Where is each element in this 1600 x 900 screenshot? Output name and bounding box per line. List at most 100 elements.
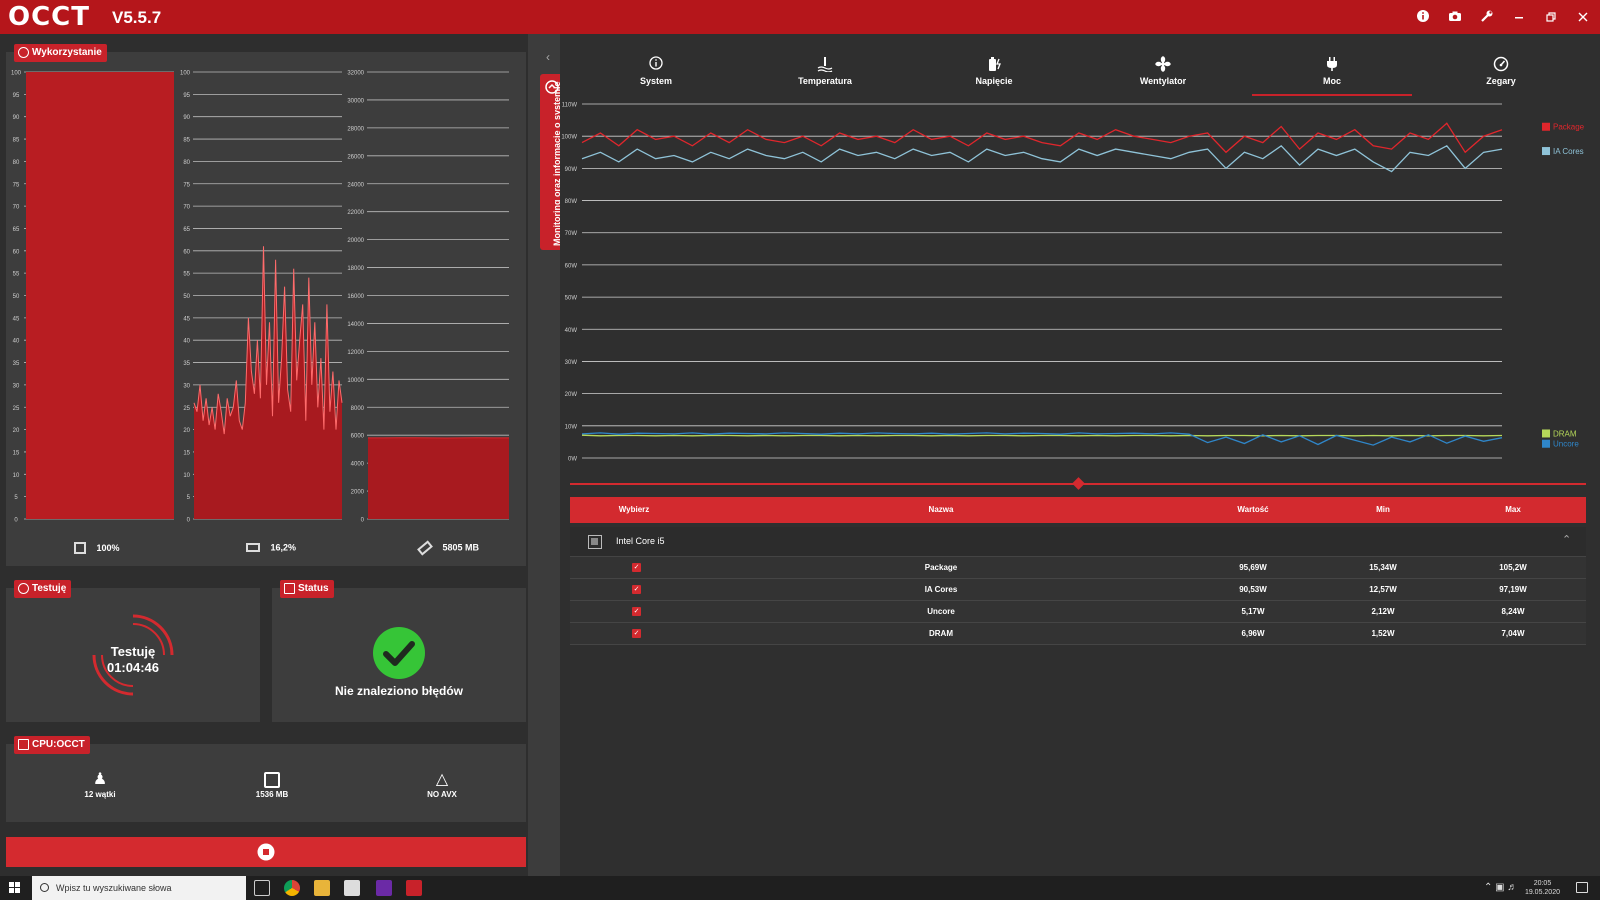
file-explorer-icon[interactable] [314,880,330,896]
threads-info: ♟ 12 wątki [60,770,140,799]
restore-icon[interactable] [1542,9,1560,27]
series-line-package [581,122,1503,154]
usage-panel: 100 95 90 85 80 75 70 65 60 55 50 45 40 35 30 25 20 15 10 5… [6,52,526,566]
stop-test-button[interactable] [6,837,526,867]
flask-icon: △ [435,771,449,788]
tick-label: 2000 [351,490,365,496]
row-checkbox[interactable]: ✓ [632,563,641,572]
occt-window: OCCT V5.5.7 100 95 90 85 80 75 70 65 60 55 50 45 40 3… [0,0,1600,900]
chevron-up-icon[interactable]: ⌃ [1562,533,1571,546]
tab-clocks[interactable]: Zegary [1421,56,1581,96]
table-row[interactable]: ✓ DRAM 6,96W 1,52W 7,04W [570,623,1586,645]
ram-usage-value: 5805 MB [442,542,480,553]
tab-system[interactable]: System [576,56,736,96]
chrome-icon[interactable] [284,880,300,896]
stop-icon [257,843,275,861]
table-row[interactable]: ✓ Package 95,69W 15,34W 105,2W [570,557,1586,579]
search-icon [40,883,49,892]
windows-start-icon[interactable] [9,882,21,894]
tick-label: 55 [183,272,190,278]
cpu-test-badge: CPU:OCCT [14,736,90,754]
sensor-max: 8,24W [1501,607,1525,616]
tick-label: 45 [13,316,20,322]
tick-label: 70 [13,205,20,211]
tick-label: 4000 [351,462,365,468]
col-max[interactable]: Max [1448,497,1578,523]
camera-icon[interactable] [1446,9,1464,27]
col-value[interactable]: Wartość [1188,497,1318,523]
sensor-value: 5,17W [1241,607,1265,616]
tick-label: 55 [13,272,20,278]
sensor-min: 1,52W [1371,629,1395,638]
wrench-icon[interactable] [1478,9,1496,27]
row-checkbox[interactable]: ✓ [632,585,641,594]
sensor-name: Package [924,563,958,572]
mail-icon[interactable] [344,880,360,896]
tray-icons[interactable]: ⌃ ▣ ♬ [1484,882,1517,893]
tick-label: 28000 [347,126,364,132]
sensor-max: 7,04W [1501,629,1525,638]
notification-icon[interactable] [1576,882,1588,893]
nzxt-icon[interactable] [376,880,392,896]
clipboard-icon [284,583,295,594]
tab-power-label: Moc [1323,76,1341,86]
task-view-icon[interactable] [254,880,270,896]
ram-usage-footer: 5805 MB [417,540,480,556]
table-row[interactable]: ✓ IA Cores 90,53W 12,57W 97,19W [570,579,1586,601]
close-icon[interactable] [1574,9,1592,27]
tick-label: 65 [183,227,190,233]
minimize-icon[interactable] [1510,9,1528,27]
check-icon [373,627,425,679]
refresh-icon [18,47,29,58]
sensor-table-header: Wybierz Nazwa Wartość Min Max [570,497,1586,523]
plug-icon [1252,56,1412,72]
tab-voltage[interactable]: Napięcie [914,56,1074,96]
tick-label: 15 [183,450,190,456]
tick-label: 14000 [347,322,364,328]
taskbar-clock[interactable]: 20:05 19.05.2020 [1525,879,1560,897]
testing-time: 01:04:46 [106,660,160,675]
gauge-icon [1421,56,1581,72]
cpu-test-badge-label: CPU:OCCT [32,739,85,750]
power-tick-label: 30W [565,360,578,366]
tick-label: 16000 [347,294,364,300]
memory-label: 1536 MB [255,790,289,799]
tick-label: 40 [13,339,20,345]
tab-temperature[interactable]: Temperatura [745,56,905,96]
sensor-min: 2,12W [1371,607,1395,616]
collapse-chevron-icon[interactable]: ‹ [546,50,550,64]
info-icon[interactable] [1414,9,1432,27]
tick-label: 30 [183,383,190,389]
cpu-test-panel: ♟ 12 wątki 1536 MB △ NO AVX [6,744,526,822]
power-chart: 110W 100W 90W 80W 70W 60W 50W 40W 30W 20W 10W 0W Pa… [561,103,1584,463]
row-checkbox[interactable]: ✓ [632,629,641,638]
tab-fan[interactable]: Wentylator [1083,56,1243,96]
avx-info: △ NO AVX [402,770,482,799]
sensor-name: DRAM [929,629,953,638]
table-row[interactable]: ✓ Uncore 5,17W 2,12W 8,24W [570,601,1586,623]
usage-badge: Wykorzystanie [14,44,107,62]
sensor-min: 15,34W [1369,563,1397,572]
app-logo: OCCT [8,2,90,32]
sensor-name: IA Cores [924,585,958,594]
col-select[interactable]: Wybierz [570,497,698,523]
col-min[interactable]: Min [1318,497,1448,523]
power-tick-label: 0W [568,457,577,463]
sensor-value: 90,53W [1239,585,1267,594]
tick-label: 95 [183,93,190,99]
row-checkbox[interactable]: ✓ [632,607,641,616]
sensor-name: Uncore [927,607,955,616]
group-select-checkbox[interactable] [588,535,602,549]
tick-label: 70 [183,205,190,211]
col-name[interactable]: Nazwa [816,497,1066,523]
taskbar-search-input[interactable]: Wpisz tu wyszukiwane słowa [32,876,246,900]
tick-label: 0 [14,518,18,524]
gpu-icon [246,543,260,553]
occt-taskbar-icon[interactable] [406,880,422,896]
tab-power[interactable]: Moc [1252,56,1412,96]
tick-label: 12000 [347,350,364,356]
tab-clocks-label: Zegary [1486,76,1516,86]
power-tick-label: 110W [562,103,578,109]
power-tick-label: 90W [565,167,578,173]
sensor-group-cpu[interactable]: Intel Core i5 ⌃ [570,527,1586,557]
